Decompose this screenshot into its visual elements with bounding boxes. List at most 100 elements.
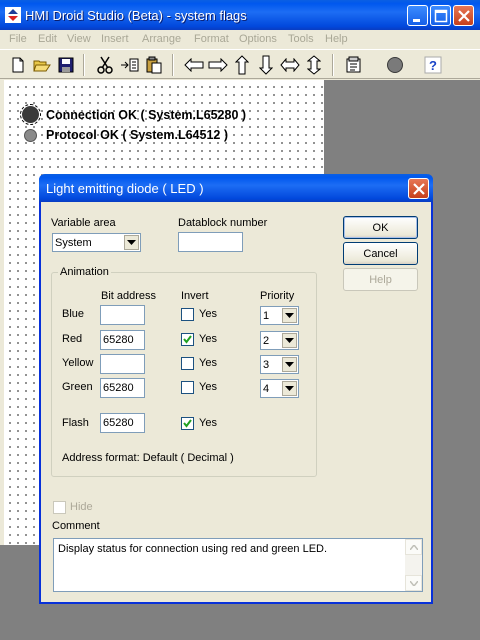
animation-group-title: Animation	[58, 266, 111, 278]
close-button[interactable]	[453, 5, 474, 26]
green-invert-label: Yes	[199, 381, 217, 393]
dialog-close-button[interactable]	[408, 178, 429, 199]
priority-header: Priority	[260, 290, 295, 302]
datablock-label: Datablock number	[178, 217, 268, 229]
red-invert-label: Yes	[199, 333, 217, 345]
green-priority-select[interactable]: 4	[260, 379, 299, 398]
minimize-button[interactable]	[407, 5, 428, 26]
datablock-field[interactable]	[178, 232, 243, 252]
menu-format[interactable]: Format	[194, 33, 229, 45]
menu-help[interactable]: Help	[325, 33, 348, 45]
toolbar: ?	[0, 49, 480, 79]
cut-icon[interactable]	[93, 53, 116, 76]
red-priority-select[interactable]: 2	[260, 331, 299, 350]
led-protocol[interactable]: Protocol OK ( System.L64512 )	[22, 128, 228, 142]
led-icon	[24, 128, 37, 142]
open-folder-icon[interactable]	[30, 53, 53, 76]
address-format-text: Address format: Default ( Decimal )	[62, 452, 234, 464]
row-blue-label: Blue	[62, 308, 85, 320]
comment-text: Display status for connection using red …	[58, 543, 328, 555]
chevron-down-icon[interactable]	[282, 381, 297, 396]
chevron-down-icon[interactable]	[282, 357, 297, 372]
bit-address-header: Bit address	[101, 290, 157, 302]
help-button[interactable]: Help	[343, 268, 418, 291]
yellow-priority-value: 3	[263, 359, 270, 371]
menu-options[interactable]: Options	[239, 33, 277, 45]
green-bit-field[interactable]: 65280	[100, 378, 145, 398]
save-icon[interactable]	[54, 53, 77, 76]
dialog-title-bar: Light emitting diode ( LED )	[39, 174, 433, 202]
dialog-title: Light emitting diode ( LED )	[46, 181, 204, 196]
green-priority-value: 4	[263, 383, 270, 395]
menu-edit[interactable]: Edit	[38, 33, 57, 45]
menu-insert[interactable]: Insert	[101, 33, 129, 45]
arrow-down-icon[interactable]	[254, 53, 277, 76]
led-connection[interactable]: Connection OK ( System.L65280 )	[20, 104, 247, 125]
yellow-priority-select[interactable]: 3	[260, 355, 299, 374]
menu-file[interactable]: File	[9, 33, 27, 45]
blue-invert-label: Yes	[199, 308, 217, 320]
menu-view[interactable]: View	[67, 33, 91, 45]
scroll-down-icon[interactable]	[405, 575, 422, 591]
row-yellow-label: Yellow	[62, 357, 94, 369]
yellow-invert-checkbox[interactable]	[181, 357, 194, 370]
variable-area-select[interactable]: System	[52, 233, 141, 252]
led-connection-label: Connection OK ( System.L65280 )	[46, 107, 247, 122]
comment-textarea[interactable]: Display status for connection using red …	[53, 538, 423, 592]
maximize-button[interactable]	[430, 5, 451, 26]
menu-tools[interactable]: Tools	[288, 33, 314, 45]
comment-scrollbar[interactable]	[405, 539, 422, 591]
blue-priority-select[interactable]: 1	[260, 306, 299, 325]
arrow-up-icon[interactable]	[230, 53, 253, 76]
check-icon	[183, 419, 192, 428]
variable-area-label: Variable area	[51, 217, 116, 229]
blue-bit-field[interactable]	[100, 305, 145, 325]
invert-header: Invert	[181, 290, 209, 302]
toolbar-separator	[83, 54, 85, 76]
app-icon	[5, 7, 21, 23]
red-invert-checkbox[interactable]	[181, 333, 194, 346]
check-icon	[183, 335, 192, 344]
svg-text:?: ?	[429, 58, 437, 73]
red-bit-field[interactable]: 65280	[100, 330, 145, 350]
hide-checkbox[interactable]	[53, 501, 66, 514]
arrow-up-down-icon[interactable]	[302, 53, 325, 76]
led-selected-icon	[20, 104, 41, 125]
arrow-right-icon[interactable]	[206, 53, 229, 76]
record-icon[interactable]	[383, 53, 406, 76]
toolbar-separator	[172, 54, 174, 76]
blue-priority-value: 1	[263, 310, 270, 322]
scroll-up-icon[interactable]	[405, 539, 422, 555]
arrow-left-right-icon[interactable]	[278, 53, 301, 76]
menu-arrange[interactable]: Arrange	[142, 33, 181, 45]
ok-button[interactable]: OK	[343, 216, 418, 239]
flash-invert-label: Yes	[199, 417, 217, 429]
new-file-icon[interactable]	[6, 53, 29, 76]
main-title-bar: HMI Droid Studio (Beta) - system flags	[0, 0, 480, 30]
arrow-left-icon[interactable]	[182, 53, 205, 76]
comment-label: Comment	[52, 520, 100, 532]
help-icon[interactable]: ?	[421, 53, 444, 76]
green-invert-checkbox[interactable]	[181, 381, 194, 394]
row-red-label: Red	[62, 333, 83, 345]
paste-icon[interactable]	[142, 53, 165, 76]
hide-label: Hide	[70, 501, 93, 513]
properties-icon[interactable]	[342, 53, 365, 76]
led-protocol-label: Protocol OK ( System.L64512 )	[46, 128, 229, 142]
copy-icon[interactable]	[118, 53, 141, 76]
flash-invert-checkbox[interactable]	[181, 417, 194, 430]
flash-bit-field[interactable]: 65280	[100, 413, 145, 433]
flash-label: Flash	[62, 417, 89, 429]
red-priority-value: 2	[263, 335, 270, 347]
menu-bar: File Edit View Insert Arrange Format Opt…	[0, 30, 480, 49]
window-title: HMI Droid Studio (Beta) - system flags	[25, 8, 247, 23]
row-green-label: Green	[62, 381, 93, 393]
cancel-button[interactable]: Cancel	[343, 242, 418, 265]
chevron-down-icon[interactable]	[282, 308, 297, 323]
animation-group	[51, 272, 317, 477]
yellow-bit-field[interactable]	[100, 354, 145, 374]
chevron-down-icon[interactable]	[124, 235, 139, 250]
led-dialog: Light emitting diode ( LED ) Variable ar…	[39, 174, 433, 604]
blue-invert-checkbox[interactable]	[181, 308, 194, 321]
chevron-down-icon[interactable]	[282, 333, 297, 348]
